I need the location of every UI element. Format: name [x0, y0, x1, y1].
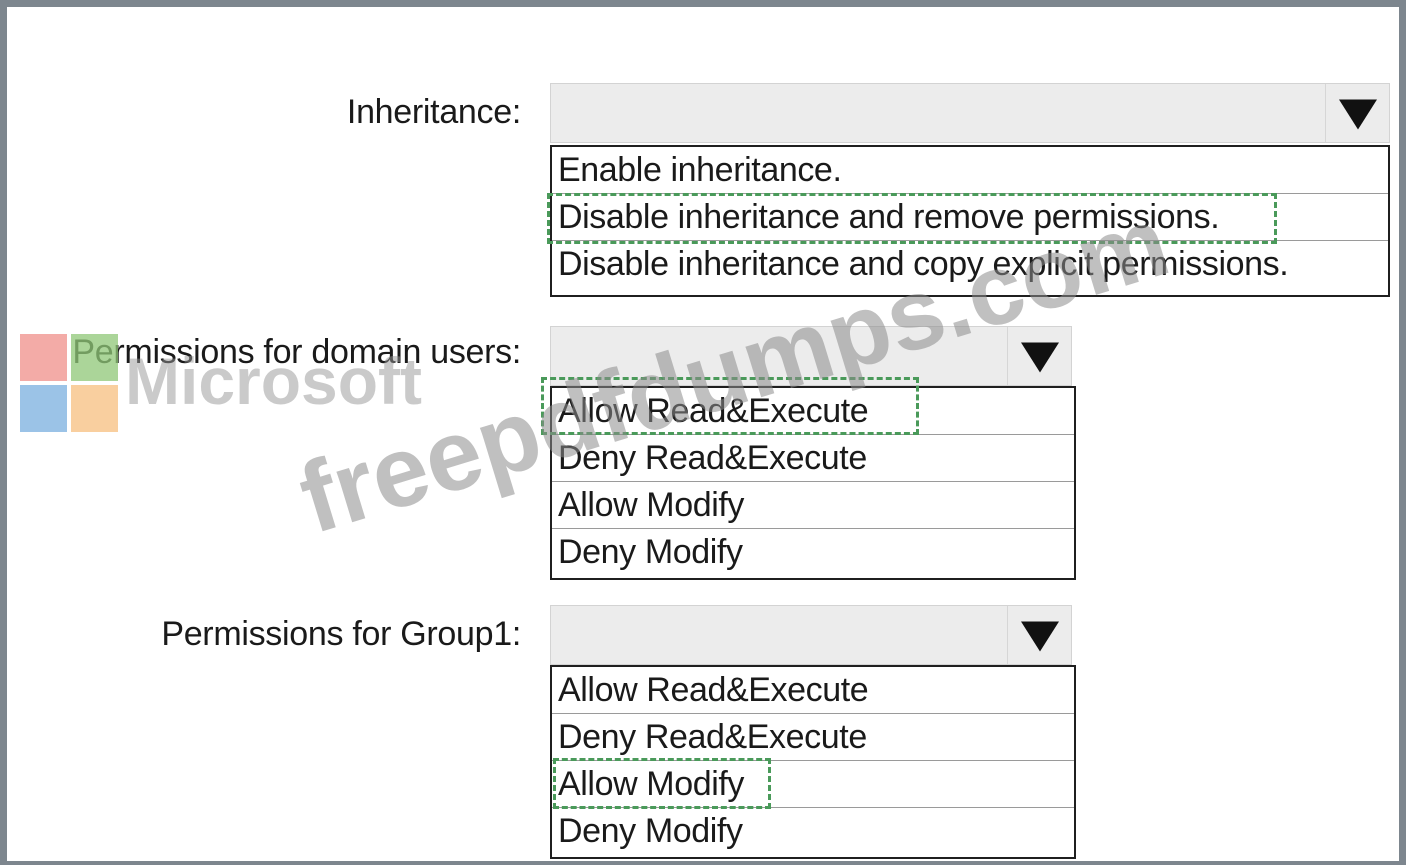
- logo-square-red: [20, 334, 67, 381]
- option-allow-modify[interactable]: Allow Modify: [552, 482, 1074, 529]
- option-deny-modify[interactable]: Deny Modify: [552, 808, 1074, 855]
- inheritance-label: Inheritance:: [346, 93, 521, 131]
- logo-square-blue: [20, 385, 67, 432]
- domain-users-label: Permissions for domain users:: [72, 333, 521, 371]
- group1-dropdown[interactable]: [550, 605, 1072, 665]
- option-deny-modify[interactable]: Deny Modify: [552, 529, 1074, 576]
- chevron-down-icon: [1020, 342, 1059, 373]
- option-allow-read-execute[interactable]: Allow Read&Execute: [552, 388, 1074, 435]
- chevron-down-icon: [1338, 99, 1377, 130]
- chevron-down-icon: [1020, 621, 1059, 652]
- group1-dropdown-button[interactable]: [1007, 606, 1071, 664]
- domain-users-dropdown[interactable]: [550, 326, 1072, 386]
- option-allow-modify[interactable]: Allow Modify: [552, 761, 1074, 808]
- option-enable-inheritance[interactable]: Enable inheritance.: [552, 147, 1388, 194]
- microsoft-logo-watermark: [20, 334, 120, 434]
- option-deny-read-execute[interactable]: Deny Read&Execute: [552, 435, 1074, 482]
- domain-users-dropdown-button[interactable]: [1007, 327, 1071, 385]
- question-frame: Inheritance: Enable inheritance. Disable…: [0, 0, 1406, 865]
- group1-label: Permissions for Group1:: [161, 615, 521, 653]
- logo-square-yellow: [71, 385, 118, 432]
- group1-options: Allow Read&Execute Deny Read&Execute All…: [550, 665, 1076, 859]
- inheritance-dropdown-button[interactable]: [1325, 84, 1389, 142]
- inheritance-dropdown[interactable]: [550, 83, 1390, 143]
- logo-square-green: [71, 334, 118, 381]
- domain-users-options: Allow Read&Execute Deny Read&Execute All…: [550, 386, 1076, 580]
- option-allow-read-execute[interactable]: Allow Read&Execute: [552, 667, 1074, 714]
- option-disable-remove[interactable]: Disable inheritance and remove permissio…: [552, 194, 1388, 241]
- inheritance-options: Enable inheritance. Disable inheritance …: [550, 145, 1390, 297]
- option-disable-copy[interactable]: Disable inheritance and copy explicit pe…: [552, 241, 1388, 288]
- option-deny-read-execute[interactable]: Deny Read&Execute: [552, 714, 1074, 761]
